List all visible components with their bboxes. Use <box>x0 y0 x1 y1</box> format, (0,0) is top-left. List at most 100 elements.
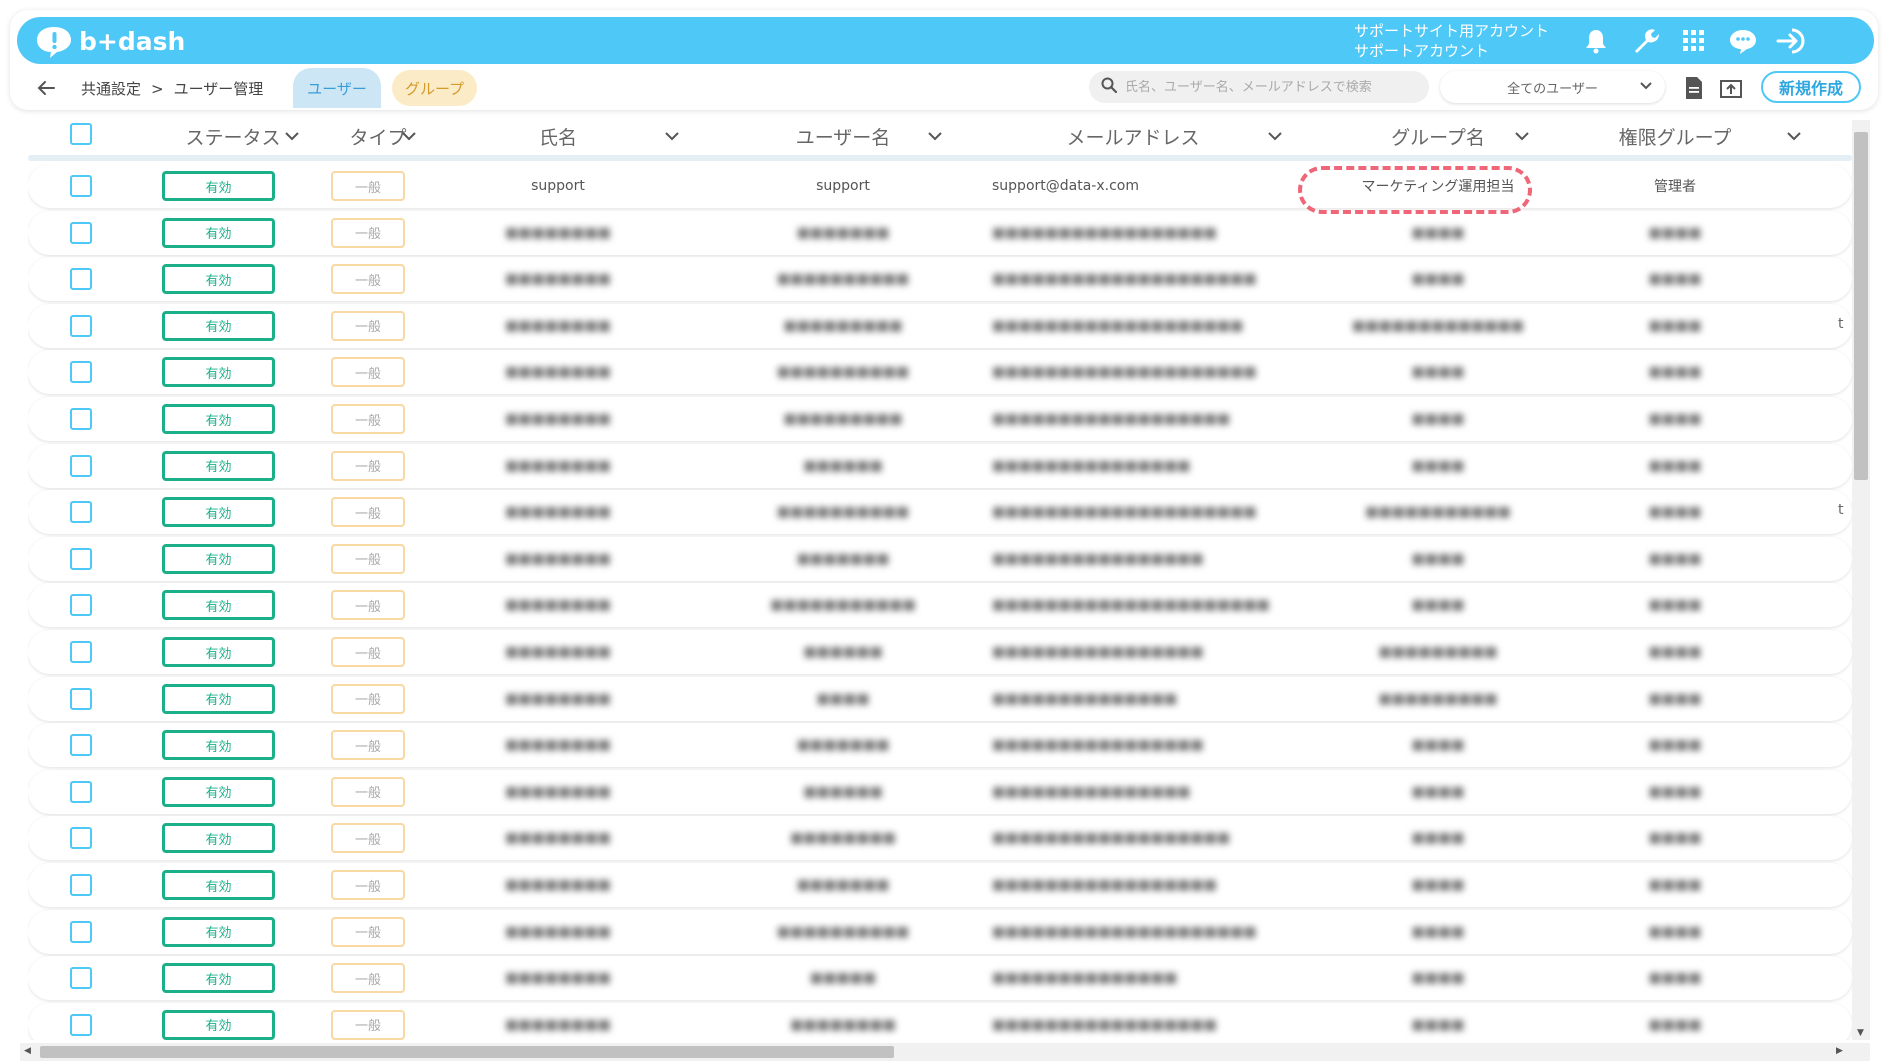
search-input[interactable] <box>1125 79 1415 95</box>
row-checkbox[interactable] <box>70 314 92 337</box>
bell-icon[interactable] <box>1580 25 1612 57</box>
vertical-scroll-thumb[interactable] <box>1854 132 1868 480</box>
row-checkbox[interactable] <box>70 454 92 477</box>
chevron-down-icon[interactable] <box>1267 128 1285 144</box>
col-status[interactable]: ステータス <box>168 120 298 152</box>
chevron-down-icon[interactable] <box>664 128 682 144</box>
table-row[interactable]: 有効一般■■■■■■■■■■■■■■■■■■■■■■■■■■■■■■■■■■■■… <box>28 257 1852 302</box>
row-checkbox[interactable] <box>70 221 92 244</box>
cell-username: ■■■■■■■■ <box>790 830 896 847</box>
table-row[interactable]: 有効一般■■■■■■■■■■■■■■■■■■■■■■■■■■■■■■■■■■■■… <box>28 769 1852 814</box>
chevron-down-icon[interactable] <box>1514 128 1532 144</box>
row-checkbox[interactable] <box>70 874 92 896</box>
user-filter-select[interactable]: 全てのユーザー <box>1440 71 1665 103</box>
table-row[interactable]: 有効一般■■■■■■■■■■■■■■■■■■■■■■■■■■■■■■■■■■■■… <box>28 863 1852 907</box>
account-line1: サポートサイト用アカウント <box>1354 22 1550 40</box>
cell-name: ■■■■■■■■ <box>505 1016 611 1033</box>
col-username[interactable]: ユーザー名 <box>763 120 923 152</box>
chevron-down-icon[interactable] <box>401 128 419 144</box>
scroll-right-arrow-icon[interactable]: ▶ <box>1836 1046 1843 1056</box>
new-button[interactable]: 新規作成 <box>1761 71 1861 103</box>
table-row[interactable]: 有効一般■■■■■■■■■■■■■■■■■■■■■■■■■■■■■■■■■■■■… <box>28 1002 1852 1040</box>
top-bar: b+dash サポートサイト用アカウント サポートアカウント <box>17 17 1874 64</box>
document-icon[interactable] <box>1680 74 1708 102</box>
row-checkbox[interactable] <box>70 827 92 850</box>
wrench-icon[interactable] <box>1629 25 1661 57</box>
row-checkbox[interactable] <box>70 501 92 524</box>
cell-email: ■■■■■■■■■■■■■■■■ <box>992 644 1204 660</box>
chevron-down-icon[interactable] <box>927 128 945 144</box>
cell-group: ■■■■ <box>1411 550 1465 567</box>
table-row[interactable]: 有効一般■■■■■■■■■■■■■■■■■■■■■■■■■■■■■■■■■■■■… <box>28 490 1852 535</box>
type-badge: 一般 <box>331 404 405 434</box>
row-checkbox[interactable] <box>70 1013 92 1036</box>
scroll-left-arrow-icon[interactable]: ◀ <box>24 1046 31 1056</box>
cell-role: ■■■■ <box>1648 737 1702 754</box>
logo[interactable]: b+dash <box>35 23 185 59</box>
status-badge: 有効 <box>162 404 275 434</box>
table-row[interactable]: 有効一般■■■■■■■■■■■■■■■■■■■■■■■■■■■■■■■■■■■■… <box>28 723 1852 768</box>
cell-group: ■■■■ <box>1411 923 1465 940</box>
row-checkbox[interactable] <box>70 594 92 617</box>
table-row[interactable]: 有効一般■■■■■■■■■■■■■■■■■■■■■■■■■■■■■■■■■■■■… <box>28 210 1852 255</box>
chevron-down-icon[interactable] <box>1786 128 1804 144</box>
table-row[interactable]: 有効一般■■■■■■■■■■■■■■■■■■■■■■■■■■■■■■■■■■■■… <box>28 536 1852 581</box>
type-badge: 一般 <box>331 870 405 900</box>
table-row[interactable]: 有効一般■■■■■■■■■■■■■■■■■■■■■■■■■■■■■■■■■■■■… <box>28 816 1852 861</box>
chat-icon[interactable] <box>1727 25 1759 57</box>
cell-group: ■■■■■■■■■■■ <box>1365 504 1511 521</box>
cell-email: ■■■■■■■■■■■■■■■■■■■■ <box>992 271 1257 288</box>
col-email[interactable]: メールアドレス <box>1033 120 1233 152</box>
tab-user[interactable]: ユーザー <box>293 68 381 108</box>
row-checkbox[interactable] <box>70 175 92 197</box>
row-checkbox[interactable] <box>70 547 92 570</box>
cell-name: ■■■■■■■■ <box>505 457 611 474</box>
table-row[interactable]: 有効一般■■■■■■■■■■■■■■■■■■■■■■■■■■■■■■■■■■■■… <box>28 630 1852 674</box>
table-row[interactable]: 有効一般■■■■■■■■■■■■■■■■■■■■■■■■■■■■■■■■■■■■… <box>28 909 1852 954</box>
row-checkbox[interactable] <box>70 780 92 803</box>
table-row[interactable]: 有効一般■■■■■■■■■■■■■■■■■■■■■■■■■■■■■■■■■■■■… <box>28 583 1852 628</box>
type-badge: 一般 <box>331 450 405 481</box>
table-row[interactable]: 有効一般■■■■■■■■■■■■■■■■■■■■■■■■■■■■■■■■■■■■… <box>28 443 1852 488</box>
table-row[interactable]: 有効 一般 ■■■■■■■■ ■■■■■ ■■■■■■■■■■■■■■ ■■■■ ■■■■ <box>28 956 1852 1001</box>
scroll-down-arrow-icon[interactable]: ▼ <box>1857 1028 1864 1038</box>
row-checkbox[interactable] <box>70 734 92 757</box>
select-all-checkbox[interactable] <box>70 123 92 145</box>
account-info[interactable]: サポートサイト用アカウント サポートアカウント <box>1354 21 1549 61</box>
col-role[interactable]: 権限グループ <box>1595 120 1755 152</box>
chevron-down-icon[interactable] <box>284 128 302 144</box>
cell-role: ■■■■ <box>1648 457 1702 474</box>
row-checkbox[interactable] <box>70 641 92 663</box>
cell-name: ■■■■■■■■ <box>505 271 611 288</box>
cell-name: ■■■■■■■■ <box>505 923 611 940</box>
horizontal-scrollbar[interactable]: ◀ ▶ <box>20 1043 1870 1061</box>
row-checkbox[interactable] <box>70 408 92 430</box>
cell-group: ■■■■ <box>1411 224 1465 241</box>
search-icon <box>1101 77 1118 97</box>
col-group[interactable]: グループ名 <box>1358 120 1518 152</box>
row-checkbox[interactable] <box>70 361 92 384</box>
logout-icon[interactable] <box>1776 25 1808 57</box>
table-row[interactable]: 有効一般■■■■■■■■■■■■■■■■■■■■■■■■■■■■■■■■■■■■… <box>28 303 1852 348</box>
table-row[interactable]: 有効一般■■■■■■■■■■■■■■■■■■■■■■■■■■■■■■■■■■■■… <box>28 676 1852 721</box>
row-checkbox[interactable] <box>70 687 92 710</box>
cell-role: ■■■■ <box>1648 830 1702 847</box>
row-checkbox[interactable] <box>70 920 92 943</box>
horizontal-scroll-thumb[interactable] <box>40 1046 894 1058</box>
row-checkbox[interactable] <box>70 268 92 291</box>
table-row[interactable]: 有効一般■■■■■■■■■■■■■■■■■■■■■■■■■■■■■■■■■■■■… <box>28 397 1852 441</box>
breadcrumb-root[interactable]: 共通設定 <box>81 78 141 99</box>
type-badge: 一般 <box>331 264 405 295</box>
cell-email: ■■■■■■■■■■■■■■■■■■ <box>992 411 1231 427</box>
export-icon[interactable] <box>1717 74 1745 102</box>
table-row[interactable]: 有効一般■■■■■■■■■■■■■■■■■■■■■■■■■■■■■■■■■■■■… <box>28 350 1852 395</box>
vertical-scrollbar[interactable]: ▼ <box>1852 120 1870 1040</box>
row-checkbox[interactable] <box>70 967 92 990</box>
table-row[interactable]: 有効 一般 support support support@data-x.com マーケテ… <box>28 164 1852 208</box>
col-name[interactable]: 氏名 <box>498 120 618 152</box>
grid-icon[interactable] <box>1678 25 1710 57</box>
tab-group[interactable]: グループ <box>392 70 477 106</box>
cell-email: ■■■■■■■■■■■■■■■■■ <box>992 1016 1217 1033</box>
back-arrow-icon[interactable] <box>36 78 60 98</box>
logo-bubble-icon <box>35 25 73 58</box>
